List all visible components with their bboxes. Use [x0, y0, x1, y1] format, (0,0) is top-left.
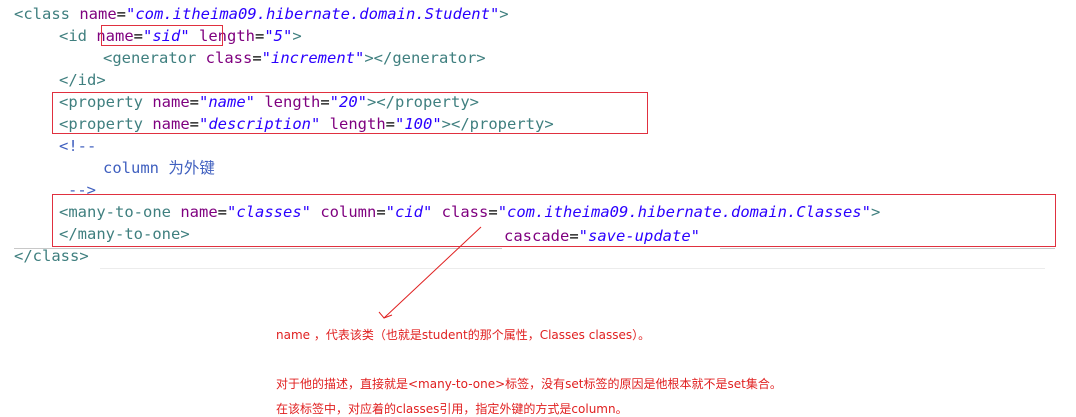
note-many-to-one-description: 对于他的描述，直接就是<many-to-one>标签，没有set标签的原因是他根… — [276, 377, 782, 391]
note-name-meaning: name ，代表该类（也就是student的那个属性，Classes class… — [276, 328, 651, 342]
arrow-pointer — [378, 226, 482, 319]
note-column-foreign-key: 在该标签中，对应着的classes引用，指定外键的方式是column。 — [276, 402, 628, 416]
